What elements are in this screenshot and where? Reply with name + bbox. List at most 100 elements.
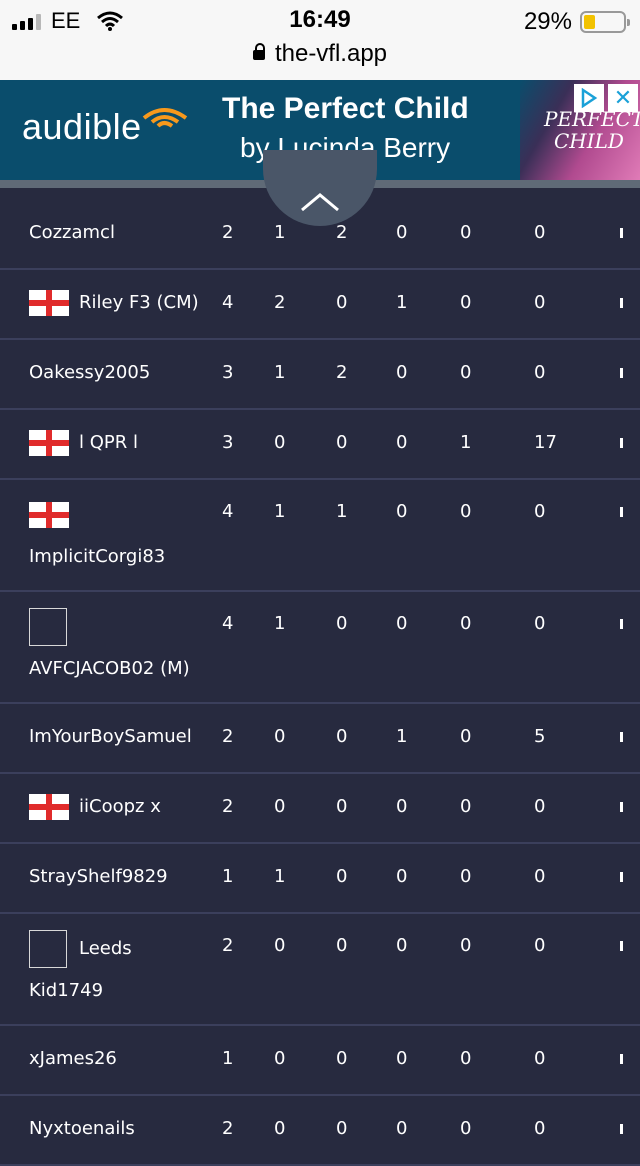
stat-value: 1: [222, 866, 234, 887]
clipped-column-edge: [620, 1124, 623, 1134]
clipped-column-edge: [620, 802, 623, 812]
stat-value: 1: [274, 501, 286, 522]
stat-value: 0: [460, 935, 472, 956]
stat-value: 0: [396, 432, 408, 453]
stat-value: 2: [222, 726, 234, 747]
player-name[interactable]: iiCoopz x: [79, 796, 161, 817]
stat-value: 0: [396, 1048, 408, 1069]
stat-value: 0: [274, 796, 286, 817]
player-name[interactable]: l QPR l: [79, 432, 138, 453]
stat-value: 0: [460, 866, 472, 887]
player-name[interactable]: AVFCJACOB02 (M): [29, 658, 190, 679]
stat-value: 0: [336, 935, 348, 956]
table-row[interactable]: Leeds Kid1749 2 0 0 0 0 0: [0, 914, 640, 1026]
clipped-column-edge: [620, 368, 623, 378]
stat-value: 2: [222, 796, 234, 817]
stat-value: 0: [336, 292, 348, 313]
clipped-column-edge: [620, 872, 623, 882]
battery-group: 29%: [523, 8, 630, 36]
stat-value: 0: [336, 866, 348, 887]
stat-value: 4: [222, 292, 234, 313]
table-row[interactable]: Nyxtoenails 2 0 0 0 0 0: [0, 1096, 640, 1166]
stat-value: 0: [534, 292, 546, 313]
stat-value: 0: [460, 1048, 472, 1069]
england-flag-icon: [29, 290, 69, 316]
stat-value: 0: [534, 796, 546, 817]
stat-value: 2: [336, 222, 348, 243]
stat-value: 1: [274, 362, 286, 383]
table-row[interactable]: iiCoopz x 2 0 0 0 0 0: [0, 774, 640, 844]
player-name[interactable]: ImYourBoySamuel: [29, 726, 192, 747]
clipped-column-edge: [620, 438, 623, 448]
stat-value: 0: [336, 796, 348, 817]
player-name[interactable]: Riley F3 (CM): [79, 292, 199, 313]
player-name[interactable]: StrayShelf9829: [29, 866, 168, 887]
stat-value: 2: [336, 362, 348, 383]
stat-value: 5: [534, 726, 546, 747]
stat-value: 1: [274, 222, 286, 243]
table-row[interactable]: ImYourBoySamuel 2 0 0 1 0 5: [0, 704, 640, 774]
stat-value: 0: [460, 726, 472, 747]
england-flag-icon: [29, 502, 69, 528]
ad-close-icon[interactable]: ✕: [608, 84, 638, 112]
stats-table: Cozzamcl 2 1 2 0 0 0 Riley F3 (CM) 4 2 0 1 0 0 Oakessy…: [0, 200, 640, 1166]
player-name[interactable]: Cozzamcl: [29, 222, 115, 243]
ad-title: The Perfect Child: [222, 92, 469, 125]
lock-icon: [252, 43, 265, 60]
stat-value: 0: [534, 613, 546, 634]
stat-value: 17: [534, 432, 557, 453]
player-name[interactable]: Leeds: [79, 938, 132, 959]
battery-icon: [580, 11, 630, 33]
england-flag-icon: [29, 794, 69, 820]
table-row[interactable]: ImplicitCorgi83 4 1 1 0 0 0: [0, 480, 640, 592]
clipped-column-edge: [620, 298, 623, 308]
flag-placeholder-icon: [29, 930, 67, 968]
table-row[interactable]: AVFCJACOB02 (M) 4 1 0 0 0 0: [0, 592, 640, 704]
stat-value: 0: [460, 292, 472, 313]
stat-value: 1: [274, 866, 286, 887]
player-name[interactable]: xJames26: [29, 1048, 117, 1069]
player-name[interactable]: Kid1749: [29, 980, 103, 1001]
stat-value: 0: [274, 726, 286, 747]
ad-choices-icon[interactable]: [574, 84, 604, 112]
table-row[interactable]: xJames26 1 0 0 0 0 0: [0, 1026, 640, 1096]
stat-value: 2: [274, 292, 286, 313]
stat-value: 0: [396, 935, 408, 956]
stat-value: 2: [222, 935, 234, 956]
stat-value: 1: [396, 292, 408, 313]
book-cover-text: PERFECT CHILD: [544, 107, 640, 153]
table-row[interactable]: l QPR l 3 0 0 0 1 17: [0, 410, 640, 480]
stat-value: 0: [336, 726, 348, 747]
stat-value: 1: [336, 501, 348, 522]
stat-value: 3: [222, 362, 234, 383]
stat-value: 0: [460, 613, 472, 634]
stat-value: 0: [274, 1048, 286, 1069]
stat-value: 0: [534, 362, 546, 383]
chevron-up-icon: [301, 193, 339, 212]
stat-value: 3: [222, 432, 234, 453]
status-bar: EE 16:49 29% the-vfl.app: [0, 0, 640, 80]
stat-value: 0: [336, 613, 348, 634]
flag-placeholder-icon: [29, 608, 67, 646]
stat-value: 1: [222, 1048, 234, 1069]
stat-value: 2: [222, 222, 234, 243]
table-row[interactable]: StrayShelf9829 1 1 0 0 0 0: [0, 844, 640, 914]
stat-value: 0: [396, 866, 408, 887]
player-name[interactable]: Oakessy2005: [29, 362, 150, 383]
clipped-column-edge: [620, 228, 623, 238]
battery-percent: 29%: [523, 8, 572, 35]
stat-value: 0: [396, 613, 408, 634]
clipped-column-edge: [620, 732, 623, 742]
table-row[interactable]: Oakessy2005 3 1 2 0 0 0: [0, 340, 640, 410]
table-row[interactable]: Riley F3 (CM) 4 2 0 1 0 0: [0, 270, 640, 340]
stat-value: 0: [396, 501, 408, 522]
clipped-column-edge: [620, 1054, 623, 1064]
stat-value: 0: [534, 935, 546, 956]
stat-value: 0: [396, 796, 408, 817]
address-bar[interactable]: the-vfl.app: [0, 40, 640, 68]
stat-value: 0: [460, 796, 472, 817]
audible-logo-icon: [142, 108, 188, 128]
url-text: the-vfl.app: [274, 40, 388, 67]
stat-value: 4: [222, 613, 234, 634]
player-name[interactable]: ImplicitCorgi83: [29, 546, 165, 567]
